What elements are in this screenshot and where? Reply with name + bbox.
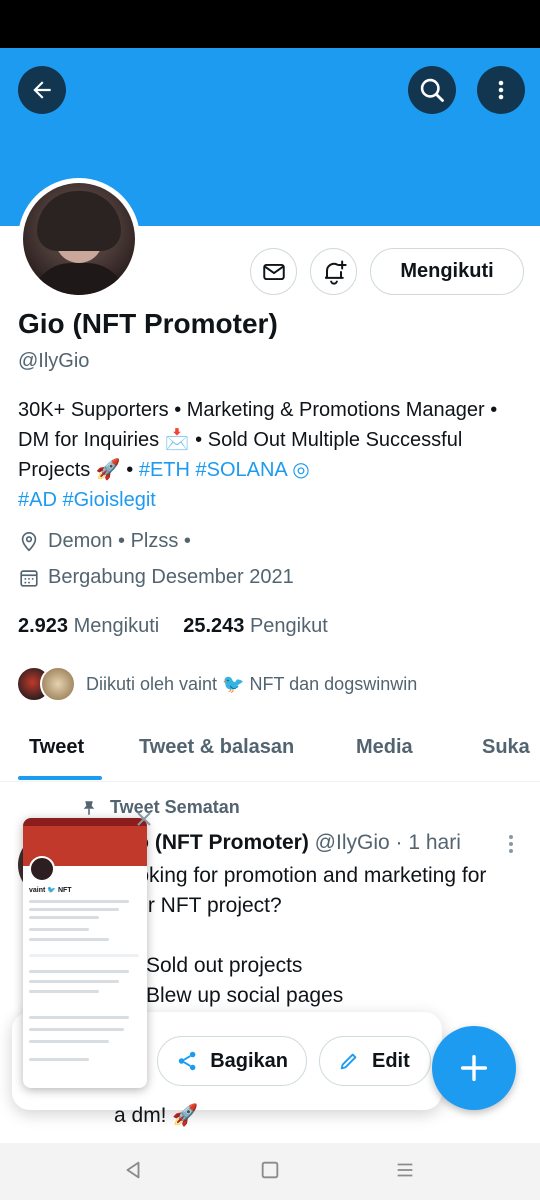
tweet-more-button[interactable]	[505, 833, 517, 860]
map-pin-icon	[21, 531, 37, 551]
search-button[interactable]	[408, 66, 456, 114]
message-button[interactable]	[250, 248, 297, 295]
system-nav-bar	[0, 1143, 540, 1200]
pencil-icon	[340, 1053, 357, 1070]
profile-tabs: Tweet Tweet & balasan Media Suka	[0, 720, 540, 782]
nav-recents-button[interactable]	[394, 1159, 416, 1186]
compose-tweet-button[interactable]	[432, 1026, 516, 1110]
followed-by-text: Diikuti oleh vaint 🐦 NFT dan dogswinwin	[86, 673, 418, 694]
back-button[interactable]	[18, 66, 66, 114]
more-options-button[interactable]	[477, 66, 525, 114]
search-icon	[420, 78, 444, 102]
nav-back-button[interactable]	[122, 1159, 144, 1186]
close-preview-button[interactable]	[136, 810, 152, 833]
envelope-icon	[262, 263, 285, 280]
tweet-author-handle: @IlyGio	[314, 831, 390, 854]
screenshot-preview-thumbnail[interactable]: vaint 🐦 NFT	[23, 818, 147, 1088]
profile-bio: 30K+ Supporters • Marketing & Promotions…	[18, 395, 528, 515]
share-button[interactable]: Bagikan	[157, 1036, 307, 1086]
triangle-back-icon	[126, 1161, 140, 1179]
nav-home-button[interactable]	[259, 1159, 281, 1186]
bio-hashtags-2[interactable]: #AD #Gioislegit	[18, 489, 156, 511]
following-stat[interactable]: 2.923 Mengikuti	[18, 615, 159, 638]
pin-icon	[83, 800, 95, 815]
profile-stats: 2.923 Mengikuti 25.243 Pengikut	[18, 615, 328, 638]
profile-location: Demon • Plzss •	[18, 530, 191, 553]
following-button[interactable]: Mengikuti	[370, 248, 524, 295]
tweet-header: Gio (NFT Promoter) @IlyGio · 1 hari	[114, 831, 461, 855]
join-date-text: Bergabung Desember 2021	[48, 566, 294, 588]
preview-name: vaint 🐦 NFT	[29, 887, 72, 894]
square-home-icon	[261, 1161, 279, 1179]
bio-hashtags-1[interactable]: #ETH #SOLANA ◎	[139, 459, 310, 481]
tweet-text: Looking for promotion and marketing for …	[114, 864, 487, 1007]
calendar-icon	[20, 569, 38, 587]
plus-icon	[460, 1054, 488, 1082]
profile-name: Gio (NFT Promoter)	[18, 308, 278, 339]
share-icon	[178, 1051, 196, 1071]
tab-tweet-replies[interactable]: Tweet & balasan	[139, 736, 294, 759]
active-tab-indicator	[18, 776, 102, 780]
menu-lines-icon	[397, 1163, 413, 1177]
tweet-time: · 1 hari	[395, 831, 461, 854]
pinned-label: Tweet Sematan	[80, 797, 240, 818]
status-bar	[0, 0, 540, 48]
more-vertical-icon	[509, 835, 513, 853]
preview-avatar	[29, 856, 55, 882]
profile-handle: @IlyGio	[18, 350, 90, 372]
follower-avatar	[40, 666, 76, 702]
followers-stat[interactable]: 25.243 Pengikut	[183, 615, 328, 638]
profile-avatar[interactable]	[18, 178, 140, 300]
arrow-left-icon	[33, 81, 51, 99]
bell-plus-icon	[324, 260, 347, 285]
followed-by-row[interactable]: Diikuti oleh vaint 🐦 NFT dan dogswinwin	[16, 666, 417, 702]
avatar-image	[23, 183, 135, 295]
location-text: Demon • Plzss •	[48, 530, 191, 552]
tab-likes[interactable]: Suka	[482, 736, 530, 759]
edit-button[interactable]: Edit	[319, 1036, 431, 1086]
close-icon	[137, 812, 151, 826]
tab-media[interactable]: Media	[356, 736, 413, 759]
tweet-text-tail: a dm! 🚀	[114, 1104, 199, 1127]
profile-join-date: Bergabung Desember 2021	[18, 566, 294, 589]
more-vertical-icon	[498, 80, 504, 100]
notifications-button[interactable]	[310, 248, 357, 295]
tab-tweet[interactable]: Tweet	[29, 736, 84, 759]
